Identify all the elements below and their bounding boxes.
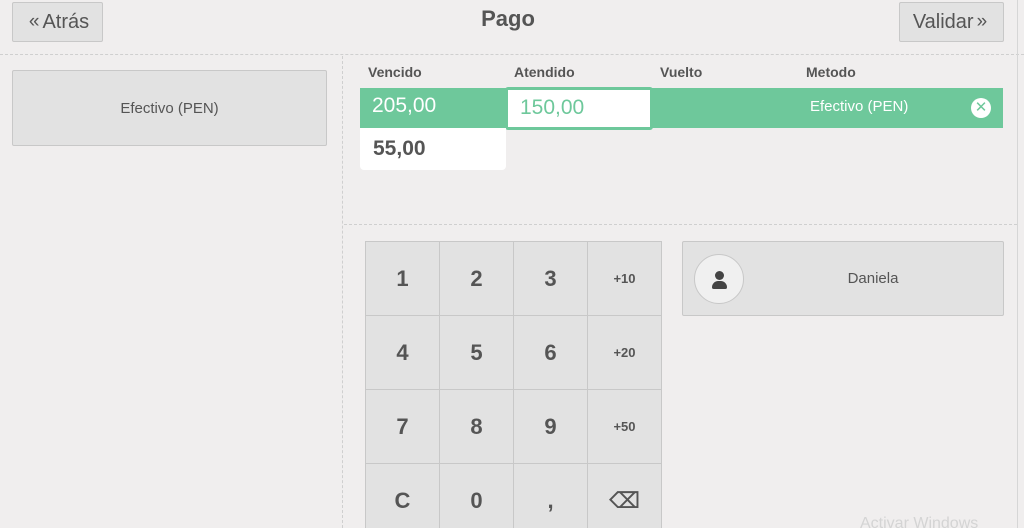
numpad-key-3[interactable]: 3 xyxy=(514,242,588,316)
numpad-key-decimal[interactable]: , xyxy=(514,464,588,528)
numpad-key-0[interactable]: 0 xyxy=(440,464,514,528)
page-title: Pago xyxy=(481,6,535,31)
numpad-key-8[interactable]: 8 xyxy=(440,390,514,464)
numpad-key-1[interactable]: 1 xyxy=(366,242,440,316)
numpad-key-7[interactable]: 7 xyxy=(366,390,440,464)
numpad-key-plus20[interactable]: +20 xyxy=(588,316,662,390)
numpad-key-9[interactable]: 9 xyxy=(514,390,588,464)
window-edge xyxy=(1017,0,1018,528)
line-method: Efectivo (PEN) xyxy=(810,98,909,115)
validate-button[interactable]: Validar » xyxy=(899,2,1004,42)
col-header-change: Vuelto xyxy=(660,64,703,80)
numpad: 1 2 3 +10 4 5 6 +20 7 8 9 +50 C 0 , ⌫ xyxy=(365,241,662,528)
col-header-method: Metodo xyxy=(806,64,856,80)
line-tendered-input[interactable]: 150,00 xyxy=(505,87,653,130)
numpad-key-plus10[interactable]: +10 xyxy=(588,242,662,316)
top-bar: « Atrás Pago Validar » xyxy=(0,0,1024,55)
numpad-key-clear[interactable]: C xyxy=(366,464,440,528)
os-watermark: Activar Windows xyxy=(860,515,979,528)
col-header-tendered: Atendido xyxy=(514,64,575,80)
backspace-icon[interactable]: ⌫ xyxy=(588,464,662,528)
customer-button[interactable]: Daniela xyxy=(682,241,1004,316)
line-due-amount: 205,00 xyxy=(372,94,437,117)
numpad-key-2[interactable]: 2 xyxy=(440,242,514,316)
col-header-due: Vencido xyxy=(368,64,422,80)
numpad-key-5[interactable]: 5 xyxy=(440,316,514,390)
payment-lines: Vencido Atendido Vuelto Metodo 205,00 15… xyxy=(344,56,1017,225)
remaining-amount: 55,00 xyxy=(360,128,506,170)
numpad-key-6[interactable]: 6 xyxy=(514,316,588,390)
customer-name: Daniela xyxy=(847,270,899,287)
user-icon xyxy=(694,254,744,304)
payment-methods-panel: Efectivo (PEN) xyxy=(0,56,343,528)
payment-method-cash[interactable]: Efectivo (PEN) xyxy=(12,70,327,146)
payment-method-label: Efectivo (PEN) xyxy=(120,99,219,117)
double-chevron-right-icon: » xyxy=(976,11,988,32)
delete-line-icon[interactable]: ✕ xyxy=(971,98,991,118)
numpad-key-4[interactable]: 4 xyxy=(366,316,440,390)
validate-button-label: Validar xyxy=(912,10,974,33)
numpad-key-plus50[interactable]: +50 xyxy=(588,390,662,464)
payment-line-selected[interactable]: 205,00 150,00 Efectivo (PEN) ✕ xyxy=(360,87,1003,130)
